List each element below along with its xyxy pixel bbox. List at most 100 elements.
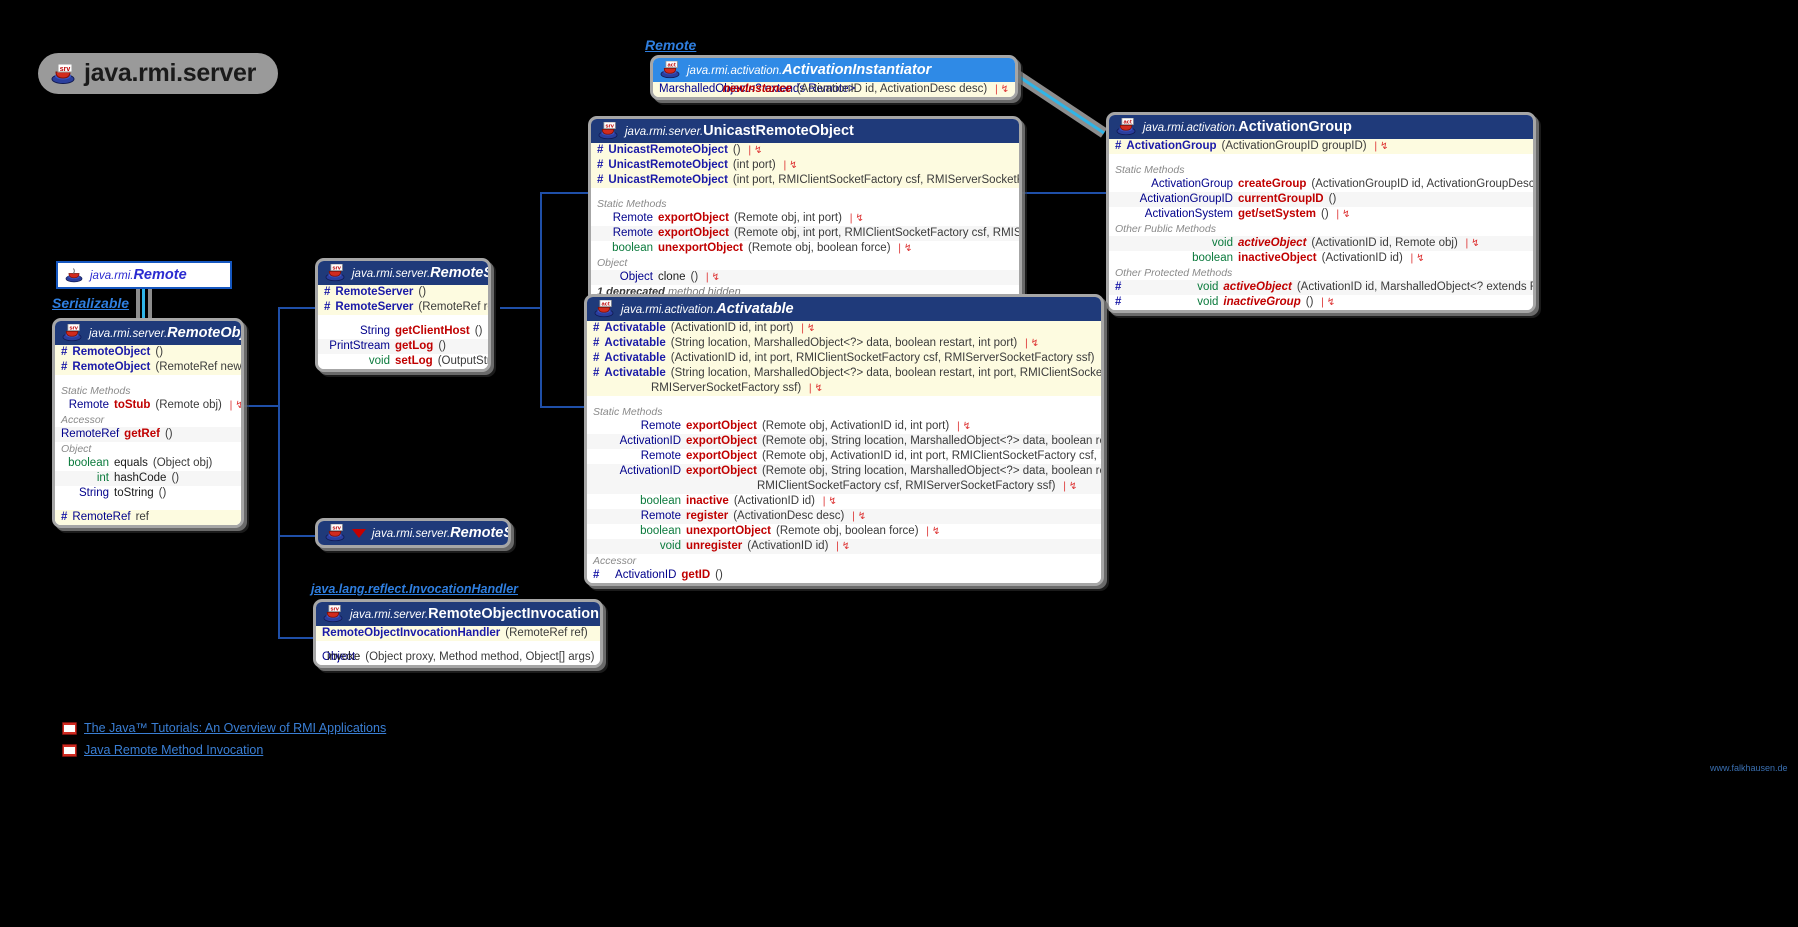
method-row[interactable]: PrintStream getLog () xyxy=(318,339,488,354)
method-row[interactable]: ActivationID exportObject (Remote obj, S… xyxy=(587,464,1101,479)
constructor-row[interactable]: # UnicastRemoteObject () ❘↯ xyxy=(591,143,1019,158)
footer-link-2[interactable]: Java Remote Method Invocation xyxy=(62,743,263,757)
constructor-name: UnicastRemoteObject xyxy=(608,174,728,186)
throws-icon: ❘↯ xyxy=(1022,338,1039,349)
node-remoteobject[interactable]: srv java.rmi.server.RemoteObject # Remot… xyxy=(52,318,244,528)
throws-icon: ❘↯ xyxy=(703,272,720,283)
node-remoteobjectinvocationhandler[interactable]: srv java.rmi.server.RemoteObjectInvocati… xyxy=(313,599,603,668)
node-unicastremoteobject[interactable]: srv java.rmi.server.UnicastRemoteObject … xyxy=(588,116,1022,303)
node-remotestub[interactable]: srv java.rmi.server.RemoteStub xyxy=(315,518,511,548)
node-remote[interactable]: java.rmi.Remote xyxy=(56,261,232,289)
constructor-name: RemoteObject xyxy=(72,361,151,373)
node-remote-title: java.rmi.Remote xyxy=(90,267,187,283)
svg-text:act: act xyxy=(668,63,676,69)
method-row[interactable]: Object invoke (Object proxy, Method meth… xyxy=(316,650,600,665)
srv-class-icon: srv xyxy=(324,524,346,542)
node-roih-header: srv java.rmi.server.RemoteObjectInvocati… xyxy=(316,602,600,626)
constructor-row[interactable]: # UnicastRemoteObject (int port) ❘↯ xyxy=(591,158,1019,173)
supertype-label-remote[interactable]: Remote xyxy=(645,37,696,53)
method-row[interactable]: ActivationGroupID currentGroupID () xyxy=(1109,192,1533,207)
method-row[interactable]: void setLog (OutputStream out) xyxy=(318,354,488,369)
node-remoteserver[interactable]: srv java.rmi.server.RemoteServer # Remot… xyxy=(315,258,491,372)
method-row[interactable]: # void inactiveGroup () ❘↯ xyxy=(1109,295,1533,310)
method-row[interactable]: void activeObject (ActivationID id, Remo… xyxy=(1109,236,1533,251)
throws-icon: ❘↯ xyxy=(992,84,1009,95)
method-row[interactable]: # void activeObject (ActivationID id, Ma… xyxy=(1109,280,1533,295)
constructor-args: (ActivationGroupID groupID) xyxy=(1221,140,1367,152)
connector-to-activatable xyxy=(540,406,588,408)
method-row[interactable]: boolean equals (Object obj) xyxy=(55,456,241,471)
method-row[interactable]: RemoteRef getRef () xyxy=(55,427,241,442)
method-row[interactable]: Remote toStub (Remote obj) ❘↯ xyxy=(55,398,241,413)
method-row[interactable]: ActivationID exportObject (Remote obj, S… xyxy=(587,434,1101,449)
method-row[interactable]: ActivationGroup createGroup (ActivationG… xyxy=(1109,177,1533,192)
node-remoteserver-header: srv java.rmi.server.RemoteServer xyxy=(318,261,488,285)
modifier: # xyxy=(597,144,604,156)
method-args: (Remote obj, String location, Marshalled… xyxy=(761,435,1101,447)
method-name: clone xyxy=(658,271,686,283)
field-row[interactable]: # RemoteRef ref xyxy=(55,510,241,525)
method-args: () xyxy=(474,325,483,337)
method-row[interactable]: Object clone () ❘↯ xyxy=(591,270,1019,285)
method-row[interactable]: MarshalledObject<? extends Remote> newIn… xyxy=(653,82,1015,97)
book-icon xyxy=(62,721,77,735)
method-row[interactable]: Remote exportObject (Remote obj, int por… xyxy=(591,226,1019,241)
connector-remoteserver-right xyxy=(500,307,542,309)
footer-link-2-text[interactable]: Java Remote Method Invocation xyxy=(84,743,263,757)
supertype-label-serializable[interactable]: Serializable xyxy=(52,295,129,311)
constructor-row[interactable]: # ActivationGroup (ActivationGroupID gro… xyxy=(1109,139,1533,154)
node-roih-title: java.rmi.server.RemoteObjectInvocationHa… xyxy=(350,606,600,622)
node-activatable-header: act java.rmi.activation.Activatable xyxy=(587,297,1101,321)
method-args: () xyxy=(438,340,446,352)
method-row[interactable]: boolean unexportObject (Remote obj, bool… xyxy=(591,241,1019,256)
return-type: MarshalledObject<? extends Remote> xyxy=(659,83,856,95)
srv-class-icon: srv xyxy=(324,264,346,282)
constructor-row[interactable]: # Activatable (ActivationID id, int port… xyxy=(587,351,1101,366)
footer-link-1[interactable]: The Java™ Tutorials: An Overview of RMI … xyxy=(62,721,386,735)
method-name: exportObject xyxy=(658,227,729,239)
method-row[interactable]: boolean unexportObject (Remote obj, bool… xyxy=(587,524,1101,539)
return-type: void xyxy=(1197,296,1219,308)
modifier: # xyxy=(593,337,600,349)
constructor-row[interactable]: # RemoteObject (RemoteRef newref) xyxy=(55,360,241,375)
node-activationgroup[interactable]: act java.rmi.activation.ActivationGroup … xyxy=(1106,112,1536,313)
constructor-name: ActivationGroup xyxy=(1126,140,1217,152)
method-row[interactable]: void unregister (ActivationID id) ❘↯ xyxy=(587,539,1101,554)
method-row[interactable]: String toString () xyxy=(55,486,241,501)
method-row[interactable]: Remote exportObject (Remote obj, Activat… xyxy=(587,449,1101,464)
throws-icon: ❘↯ xyxy=(1333,209,1351,220)
method-args-cont: RMIClientSocketFactory csf, RMIServerSoc… xyxy=(757,480,1056,492)
method-row[interactable]: Remote exportObject (Remote obj, Activat… xyxy=(587,419,1101,434)
method-row[interactable]: Remote exportObject (Remote obj, int por… xyxy=(591,211,1019,226)
method-row[interactable]: int hashCode () xyxy=(55,471,241,486)
method-row[interactable]: boolean inactiveObject (ActivationID id)… xyxy=(1109,251,1533,266)
throws-icon: ❘↯ xyxy=(846,213,864,224)
node-activatable[interactable]: act java.rmi.activation.Activatable # Ac… xyxy=(584,294,1104,586)
method-row[interactable]: Remote register (ActivationDesc desc) ❘↯ xyxy=(587,509,1101,524)
constructor-row[interactable]: # RemoteObject () xyxy=(55,345,241,360)
method-args: () xyxy=(1320,208,1329,220)
constructor-row[interactable]: # RemoteServer () xyxy=(318,285,488,300)
method-name: exportObject xyxy=(658,212,729,224)
constructor-row[interactable]: # UnicastRemoteObject (int port, RMIClie… xyxy=(591,173,1019,188)
node-remoteobject-header: srv java.rmi.server.RemoteObject xyxy=(55,321,241,345)
node-activationinstantiator[interactable]: act java.rmi.activation.ActivationInstan… xyxy=(650,55,1018,100)
throws-icon: ❘↯ xyxy=(895,243,913,254)
method-row[interactable]: boolean inactive (ActivationID id) ❘↯ xyxy=(587,494,1101,509)
constructor-row[interactable]: # Activatable (String location, Marshall… xyxy=(587,366,1101,381)
method-row[interactable]: String getClientHost () ❘↯ xyxy=(318,324,488,339)
modifier: # xyxy=(61,511,68,523)
modifier: # xyxy=(597,174,604,186)
footer-link-1-text[interactable]: The Java™ Tutorials: An Overview of RMI … xyxy=(84,721,386,735)
supertype-label-invocationhandler[interactable]: java.lang.reflect.InvocationHandler xyxy=(311,582,518,596)
method-row[interactable]: # ActivationID getID () xyxy=(587,568,1101,583)
constructor-row[interactable]: # Activatable (String location, Marshall… xyxy=(587,336,1101,351)
modifier: # xyxy=(1115,140,1122,152)
method-name: exportObject xyxy=(686,465,757,477)
svg-text:srv: srv xyxy=(330,607,339,613)
method-row[interactable]: ActivationSystem get/setSystem () ❘↯ xyxy=(1109,207,1533,222)
constructor-row[interactable]: # RemoteServer (RemoteRef ref) xyxy=(318,300,488,315)
constructor-name: Activatable xyxy=(604,367,666,379)
constructor-row[interactable]: RemoteObjectInvocationHandler (RemoteRef… xyxy=(316,626,600,641)
constructor-row[interactable]: # Activatable (ActivationID id, int port… xyxy=(587,321,1101,336)
